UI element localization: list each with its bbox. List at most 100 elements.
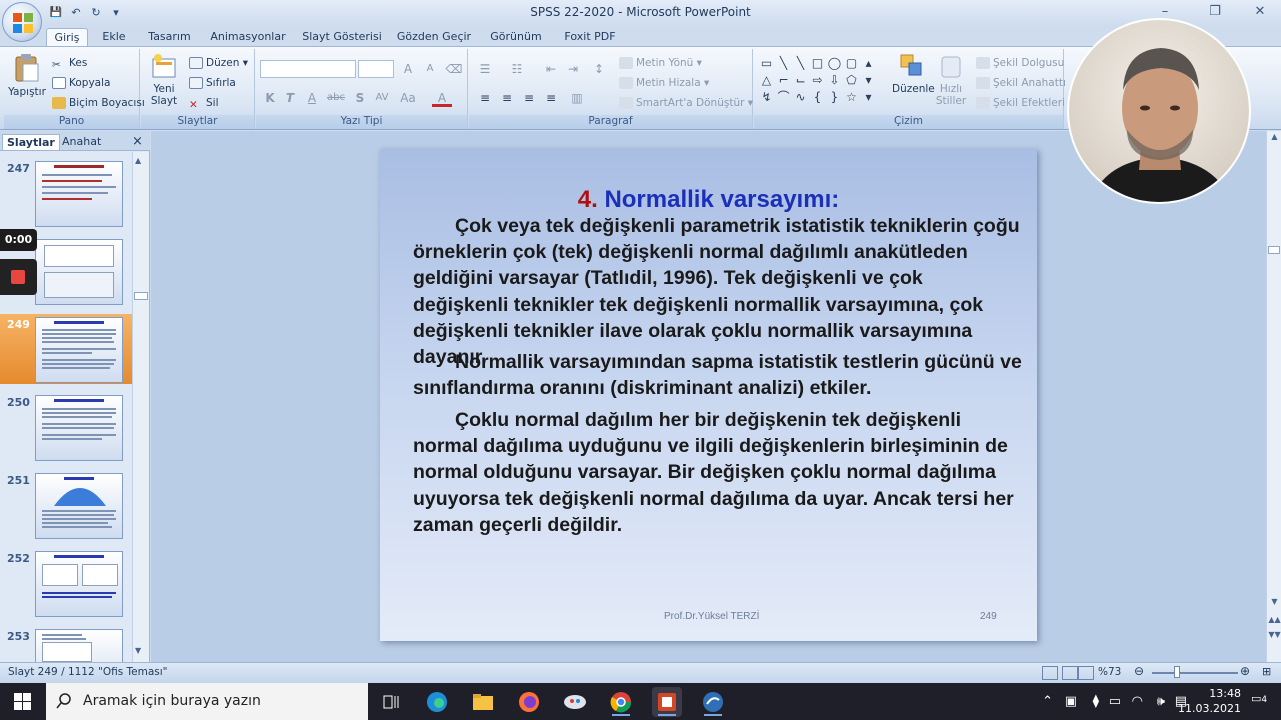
edge-browser-icon[interactable] [422, 687, 452, 717]
tab-review[interactable]: Gözden Geçir [396, 28, 472, 47]
close-button[interactable]: ✕ [1240, 2, 1280, 22]
zoom-in-icon[interactable]: ⊕ [1240, 664, 1250, 678]
slide-thumbnail[interactable] [35, 161, 123, 227]
panel-close-icon[interactable]: × [128, 134, 147, 150]
font-color-button[interactable]: A [432, 89, 452, 107]
format-painter-button[interactable]: Biçim Boyacısı [52, 95, 145, 111]
taskbar-search-box[interactable]: Aramak için buraya yazın [46, 683, 368, 720]
shape-effects-button[interactable]: Şekil Efektleri [976, 95, 1065, 111]
rect-shape-icon[interactable]: □ [809, 55, 826, 72]
restore-button[interactable]: ❐ [1195, 2, 1235, 22]
clear-format-icon[interactable]: ⌫ [444, 60, 464, 78]
font-size-select[interactable] [358, 60, 394, 78]
slide-thumb-row-selected[interactable]: 249 [0, 314, 132, 384]
oval-shape-icon[interactable]: ◯ [826, 55, 843, 72]
line2-shape-icon[interactable]: ╲ [792, 55, 809, 72]
slide-thumbnail[interactable] [35, 473, 123, 539]
slide-thumbnail[interactable] [35, 317, 123, 383]
panel-tab-outline[interactable]: Anahat [58, 134, 105, 150]
file-explorer-icon[interactable] [468, 687, 498, 717]
change-case-button[interactable]: Aa [398, 89, 418, 107]
tab-insert[interactable]: Ekle [97, 28, 131, 47]
curved-arrow-shape-icon[interactable]: ↯ [758, 89, 775, 106]
curve-shape-icon[interactable]: ⌒ [775, 89, 792, 106]
volume-icon[interactable]: 🕪 [1157, 694, 1165, 709]
arrow-right-shape-icon[interactable]: ⇨ [809, 72, 826, 89]
tab-foxit-pdf[interactable]: Foxit PDF [558, 28, 622, 47]
arrange-button[interactable]: Düzenle [892, 53, 935, 95]
slide-thumbnail[interactable] [35, 395, 123, 461]
slide-thumb-row[interactable]: 250 [0, 392, 132, 462]
rounded-rect-shape-icon[interactable]: ▢ [843, 55, 860, 72]
bullets-icon[interactable]: ☰ [475, 60, 495, 78]
layout-button[interactable]: Düzen ▾ [189, 55, 248, 71]
normal-view-icon[interactable] [1042, 666, 1058, 680]
zoom-out-icon[interactable]: ⊖ [1134, 664, 1144, 678]
shadow-button[interactable]: S [350, 89, 370, 107]
elbow-shape-icon[interactable]: ⌐ [775, 72, 792, 89]
paste-button[interactable]: Yapıştır [6, 53, 48, 98]
brace-left-shape-icon[interactable]: { [809, 89, 826, 106]
quick-styles-button[interactable]: Hızlı Stiller [934, 53, 968, 107]
line-shape-icon[interactable]: ╲ [775, 55, 792, 72]
star-shape-icon[interactable]: ☆ [843, 89, 860, 106]
tab-home[interactable]: Giriş [46, 28, 88, 47]
scroll-up-icon[interactable]: ▲ [1267, 131, 1281, 143]
grow-font-button[interactable]: A [398, 60, 418, 78]
editor-vertical-scrollbar[interactable]: ▲ ▼ ▲▲ ▼▼ [1266, 131, 1281, 662]
curve2-shape-icon[interactable]: ∿ [792, 89, 809, 106]
expand-shapes-icon[interactable]: ▾ [860, 89, 877, 106]
shape-outline-button[interactable]: Şekil Anahattı [976, 75, 1066, 91]
scroll-down-icon[interactable]: ▼ [135, 646, 141, 655]
copy-button[interactable]: Kopyala [52, 75, 110, 91]
fit-to-window-icon[interactable]: ⊞ [1262, 665, 1271, 678]
align-text-button[interactable]: Metin Hizala ▾ [619, 75, 709, 91]
network-tray-icon[interactable]: ▣ [1065, 694, 1077, 709]
increase-indent-icon[interactable]: ⇥ [563, 60, 583, 78]
line-spacing-icon[interactable]: ↕ [589, 60, 609, 78]
align-center-icon[interactable]: ≡ [497, 89, 517, 107]
font-family-select[interactable] [260, 60, 356, 78]
drawing-app-icon[interactable] [560, 687, 590, 717]
office-button[interactable] [2, 2, 42, 42]
slideshow-view-icon[interactable] [1078, 666, 1094, 680]
tab-slideshow[interactable]: Slayt Gösterisi [300, 28, 384, 47]
slide-thumb-row[interactable]: 251 [0, 470, 132, 540]
arrow-down-shape-icon[interactable]: ⇩ [826, 72, 843, 89]
underline-button[interactable]: A [302, 89, 322, 107]
align-left-icon[interactable]: ≡ [475, 89, 495, 107]
brace-right-shape-icon[interactable]: } [826, 89, 843, 106]
numbering-icon[interactable]: ☷ [507, 60, 527, 78]
recording-stop-button[interactable] [0, 259, 37, 295]
tab-design[interactable]: Tasarım [142, 28, 197, 47]
new-slide-button[interactable]: Yeni Slayt [145, 53, 183, 107]
scroll-down-shape-icon[interactable]: ▾ [860, 72, 877, 89]
pentagon-shape-icon[interactable]: ⬠ [843, 72, 860, 89]
firefox-icon[interactable] [514, 687, 544, 717]
delete-slide-button[interactable]: ✕ Sil [189, 95, 219, 111]
tab-animations[interactable]: Animasyonlar [207, 28, 289, 47]
shapes-gallery[interactable]: ▭ ╲ ╲ □ ◯ ▢ ▴ △ ⌐ ⌙ ⇨ ⇩ ⬠ ▾ ↯ ⌒ ∿{} ☆ ▾ [758, 55, 888, 106]
taskbar-clock[interactable]: 13:48 11.03.2021 [1178, 686, 1241, 716]
shape-fill-button[interactable]: Şekil Dolgusu [976, 55, 1064, 71]
connector-shape-icon[interactable]: ⌙ [792, 72, 809, 89]
cut-button[interactable]: ✂ Kes [52, 55, 87, 71]
chrome-icon[interactable] [606, 687, 636, 717]
slide-canvas[interactable]: 4. Normallik varsayımı: Çok veya tek değ… [380, 149, 1037, 641]
slide-paragraph-1[interactable]: Çok veya tek değişkenli parametrik istat… [413, 213, 1023, 370]
columns-icon[interactable]: ▥ [567, 89, 587, 107]
slide-thumbnail[interactable] [35, 551, 123, 617]
task-view-icon[interactable] [376, 687, 406, 717]
panel-scrollbar[interactable]: ▲ ▼ [132, 152, 149, 662]
slide-sorter-icon[interactable] [1062, 666, 1078, 680]
slide-paragraph-3[interactable]: Çoklu normal dağılım her bir değişkenin … [413, 407, 1023, 538]
scroll-down-icon[interactable]: ▼ [1267, 596, 1281, 608]
panel-scroll-thumb[interactable] [134, 292, 148, 300]
italic-button[interactable]: T [280, 89, 300, 107]
decrease-indent-icon[interactable]: ⇤ [541, 60, 561, 78]
scroll-up-icon[interactable]: ▲ [135, 156, 141, 165]
spss-app-icon[interactable] [698, 687, 728, 717]
zoom-slider-thumb[interactable] [1174, 666, 1180, 678]
textbox-shape-icon[interactable]: ▭ [758, 55, 775, 72]
powerpoint-icon[interactable] [652, 687, 682, 717]
